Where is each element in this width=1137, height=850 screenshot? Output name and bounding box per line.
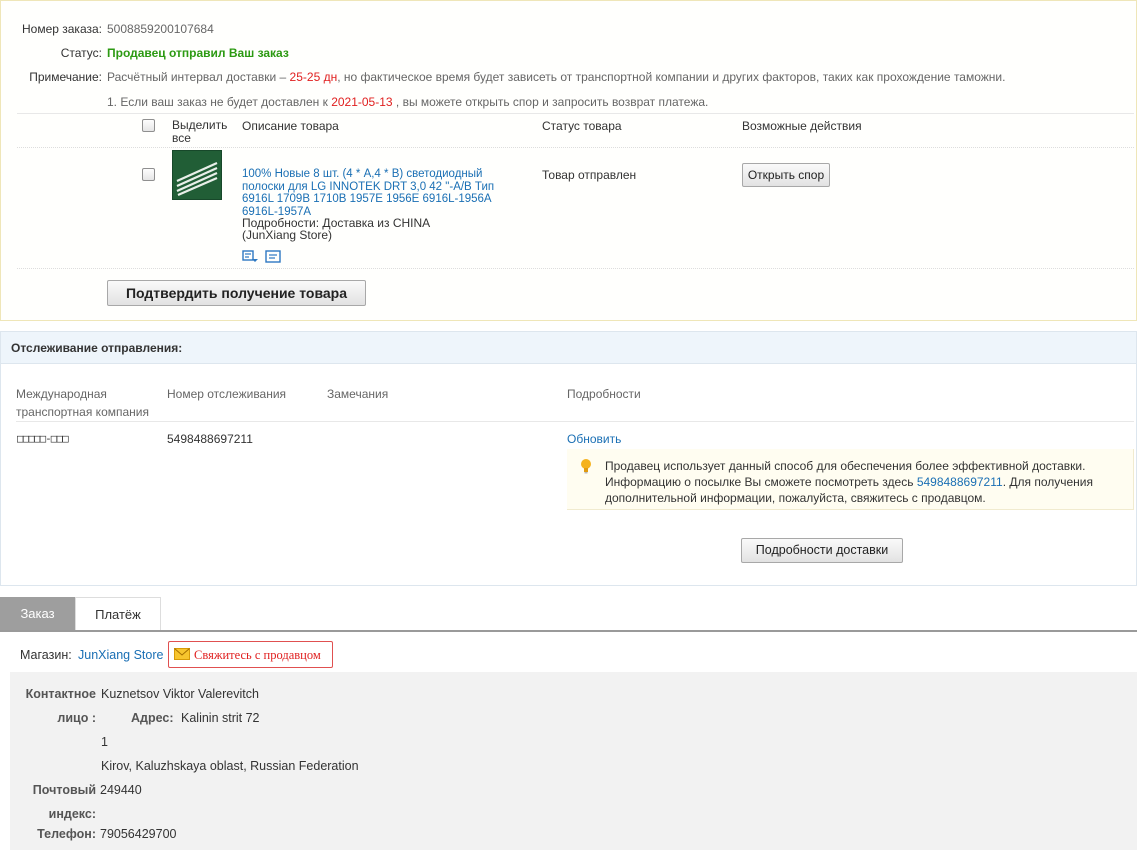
tracking-info-line3: дополнительной информации, пожалуйста, с… [605, 491, 986, 505]
phone-label: Телефон: [37, 827, 96, 841]
contact-seller-button[interactable]: Свяжитесь с продавцом [168, 641, 333, 668]
col-status-header: Статус товара [542, 119, 622, 133]
tracking-info-box: Продавец использует данный способ для об… [567, 449, 1134, 510]
tracking-info-link[interactable]: 5498488697211 [917, 475, 1003, 489]
delivery-note-suffix: , но фактическое время будет зависеть от… [337, 70, 1006, 84]
note-label: Примечание: [29, 70, 102, 84]
tracking-number: 5498488697211 [167, 432, 253, 446]
shop-label: Магазин: [20, 648, 72, 662]
contact-person: Kuznetsov Viktor Valerevitch [101, 687, 259, 701]
tracking-info-text: Продавец использует данный способ для об… [605, 458, 1093, 506]
tracking-info-line2-prefix: Информацию о посылке Вы сможете посмотре… [605, 475, 914, 489]
delivery-note: Расчётный интервал доставки – 25-25 дн, … [107, 70, 1005, 84]
envelope-icon [174, 648, 190, 660]
address-label: Адрес: [131, 711, 174, 725]
table-bottom-divider [17, 268, 1134, 269]
delivery-note-prefix: Расчётный интервал доставки – [107, 70, 287, 84]
order-number-label: Номер заказа: [21, 22, 102, 36]
confirm-receipt-button[interactable]: Подтвердить получение товара [107, 280, 366, 306]
address-line1: Kalinin strit 72 [181, 711, 260, 725]
select-all-checkbox[interactable] [142, 119, 155, 132]
open-dispute-button[interactable]: Открыть спор [742, 163, 830, 187]
col-details-header: Подробности [567, 387, 641, 401]
dispute-date: 2021-05-13 [331, 95, 393, 109]
snapshot-icon[interactable] [242, 250, 259, 263]
order-panel: Номер заказа: 5008859200107684 Статус: П… [0, 0, 1137, 321]
table-top-divider [17, 113, 1134, 114]
product-store-note: (JunXiang Store) [242, 228, 333, 242]
col-carrier-header: Международная транспортная компания [16, 387, 149, 419]
dispute-note-suffix: , вы можете открыть спор и запросить воз… [395, 95, 709, 109]
col-actions-header: Возможные действия [742, 119, 862, 133]
order-detail-icon[interactable] [265, 250, 282, 263]
tracking-info-line2: Информацию о посылке Вы сможете посмотре… [605, 474, 1093, 490]
select-all-label: Выделить все [172, 118, 228, 145]
address-box: Контактное лицо : Kuznetsov Viktor Valer… [10, 672, 1137, 850]
address-line2: 1 [101, 735, 108, 749]
product-thumbnail[interactable] [172, 150, 222, 200]
tracking-title: Отслеживание отправления: [11, 341, 183, 355]
tracking-info-line2-suffix: . Для получения [1002, 475, 1093, 489]
tabs-underline [0, 630, 1137, 632]
contact-seller-label: Свяжитесь с продавцом [194, 648, 321, 662]
product-title[interactable]: 100% Новые 8 шт. (4 * A,4 * B) светодиод… [242, 168, 494, 218]
item-checkbox[interactable] [142, 168, 155, 181]
address-line3: Kirov, Kaluzhskaya oblast, Russian Feder… [101, 759, 359, 773]
order-number: 5008859200107684 [107, 22, 214, 36]
dispute-note-prefix: 1. Если ваш заказ не будет доставлен к [107, 95, 328, 109]
product-status: Товар отправлен [542, 168, 637, 182]
table-header-divider [17, 147, 1134, 148]
bulb-icon [579, 458, 593, 474]
refresh-link[interactable]: Обновить [567, 432, 621, 446]
delivery-days: 25-25 дн [289, 70, 338, 84]
delivery-details-button[interactable]: Подробности доставки [741, 538, 903, 563]
tracking-header-divider [16, 421, 1134, 422]
shop-name-link[interactable]: JunXiang Store [78, 648, 163, 662]
zip-code: 249440 [100, 783, 142, 797]
status-label: Статус: [60, 46, 102, 60]
tracking-header: Отслеживание отправления: [1, 332, 1136, 364]
phone-number: 79056429700 [100, 827, 177, 841]
col-tracking-number-header: Номер отслеживания [167, 387, 287, 401]
tracking-info-line1: Продавец использует данный способ для об… [605, 459, 1086, 473]
dispute-note: 1. Если ваш заказ не будет доставлен к 2… [107, 95, 708, 109]
zip-label: Почтовый индекс: [32, 783, 96, 821]
col-description-header: Описание товара [242, 119, 339, 133]
contact-person-label: Контактное лицо : [25, 687, 96, 725]
tab-payment[interactable]: Платёж [75, 597, 161, 630]
tab-order[interactable]: Заказ [0, 597, 75, 630]
order-status: Продавец отправил Ваш заказ [107, 46, 289, 60]
product-title-link[interactable]: 100% Новые 8 шт. (4 * A,4 * B) светодиод… [242, 168, 517, 218]
carrier-name: □□□□□-□□□ [17, 432, 69, 445]
tracking-panel: Отслеживание отправления: Международная … [0, 331, 1137, 586]
col-remarks-header: Замечания [327, 387, 389, 401]
